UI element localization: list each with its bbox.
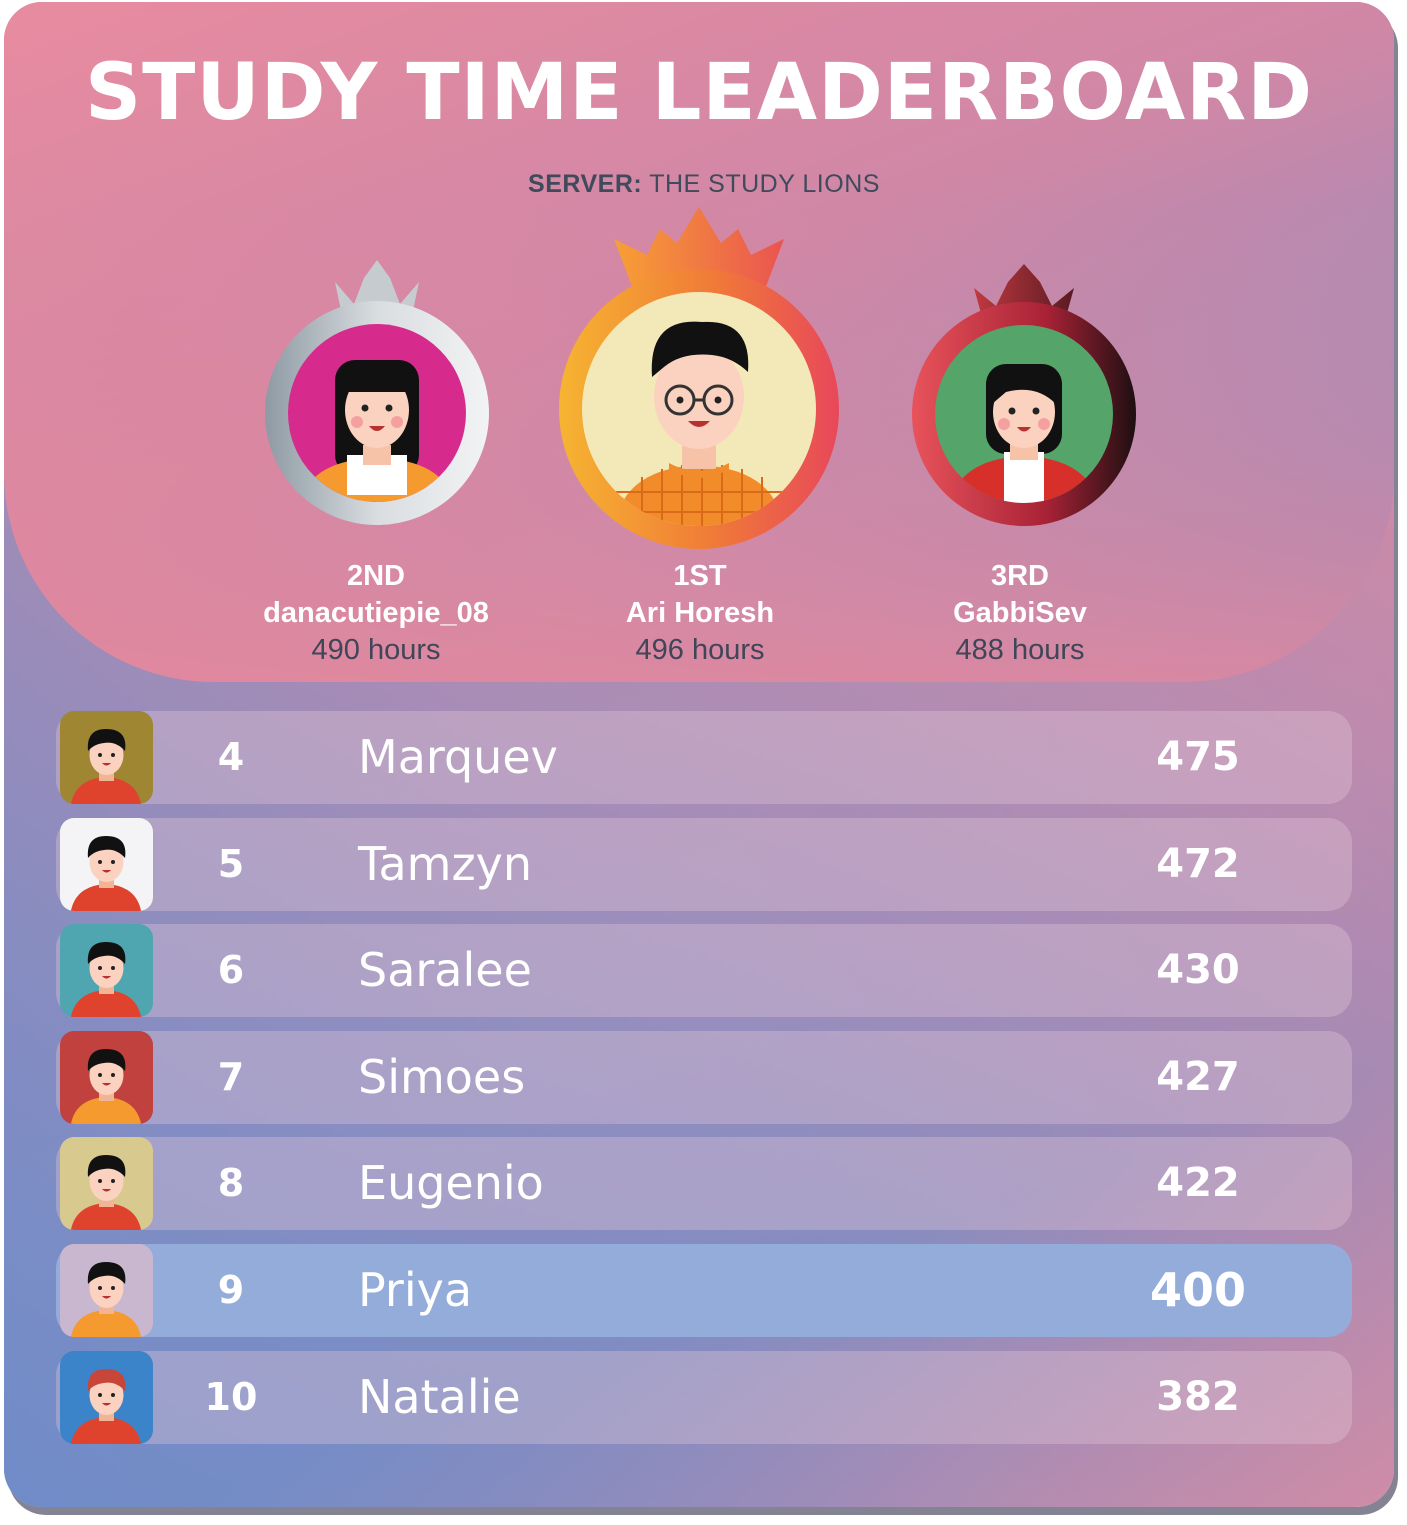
- leaderboard-row[interactable]: 8 Eugenio 422: [56, 1137, 1352, 1230]
- podium-hours-second: 490 hours: [311, 634, 441, 666]
- server-label: SERVER:: [528, 170, 643, 198]
- podium-third[interactable]: [906, 264, 1142, 530]
- leaderboard-row[interactable]: 10 Natalie 382: [56, 1351, 1352, 1444]
- row-rank: 8: [217, 1161, 245, 1205]
- podium-hours-first: 496 hours: [635, 634, 765, 666]
- podium-label-second: 2ND danacutiepie_08 490 hours: [206, 558, 546, 669]
- row-rank: 5: [217, 842, 245, 886]
- row-score: 430: [1156, 947, 1240, 993]
- row-rank: 7: [217, 1055, 245, 1099]
- podium-second[interactable]: [259, 260, 495, 530]
- row-name: Simoes: [358, 1050, 526, 1104]
- row-rank: 4: [217, 735, 245, 779]
- avatar-icon: [60, 1244, 153, 1337]
- row-name: Saralee: [358, 943, 532, 997]
- podium-hours-third: 488 hours: [955, 634, 1085, 666]
- row-score: 400: [1149, 1263, 1247, 1317]
- row-score: 475: [1156, 734, 1240, 780]
- crown-avatar-first-icon: [559, 207, 839, 549]
- leaderboard-row-current-user[interactable]: 9 Priya 400: [56, 1244, 1352, 1337]
- row-name: Marquev: [358, 730, 558, 784]
- podium-label-third: 3RD GabbiSev 488 hours: [850, 558, 1190, 669]
- row-rank: 6: [217, 948, 245, 992]
- row-name: Eugenio: [358, 1156, 544, 1210]
- page-title: STUDY TIME LEADERBOARD: [85, 48, 1313, 138]
- row-score: 382: [1156, 1374, 1240, 1420]
- row-name: Natalie: [358, 1370, 521, 1424]
- avatar-icon: [60, 1351, 153, 1444]
- row-rank: 10: [204, 1375, 258, 1419]
- server-line: SERVER: THE STUDY LIONS: [4, 170, 1394, 199]
- leaderboard-row[interactable]: 7 Simoes 427: [56, 1031, 1352, 1124]
- podium-name-third: GabbiSev: [953, 597, 1087, 629]
- avatar-icon: [60, 711, 153, 804]
- avatar-icon: [60, 818, 153, 911]
- leaderboard-card: STUDY TIME LEADERBOARD SERVER: THE STUDY…: [4, 2, 1394, 1507]
- crown-avatar-third-icon: [912, 264, 1136, 526]
- server-name: THE STUDY LIONS: [649, 170, 880, 198]
- row-name: Priya: [358, 1263, 473, 1317]
- leaderboard-row[interactable]: 4 Marquev 475: [56, 711, 1352, 804]
- leaderboard-row[interactable]: 6 Saralee 430: [56, 924, 1352, 1017]
- podium-name-second: danacutiepie_08: [263, 597, 489, 629]
- avatar-icon: [60, 1031, 153, 1124]
- podium-place-first: 1ST: [673, 560, 727, 592]
- avatar-icon: [60, 1137, 153, 1230]
- leaderboard-row[interactable]: 5 Tamzyn 472: [56, 818, 1352, 911]
- row-rank: 9: [217, 1268, 245, 1312]
- avatar-icon: [60, 924, 153, 1017]
- podium-place-third: 3RD: [990, 560, 1049, 592]
- row-score: 422: [1156, 1160, 1240, 1206]
- podium-place-second: 2ND: [346, 560, 405, 592]
- row-score: 472: [1156, 841, 1240, 887]
- podium-first[interactable]: [552, 207, 846, 552]
- row-score: 427: [1156, 1054, 1240, 1100]
- crown-avatar-second-icon: [265, 260, 489, 525]
- podium-name-first: Ari Horesh: [625, 597, 775, 629]
- podium-label-first: 1ST Ari Horesh 496 hours: [530, 558, 870, 669]
- row-name: Tamzyn: [358, 837, 533, 891]
